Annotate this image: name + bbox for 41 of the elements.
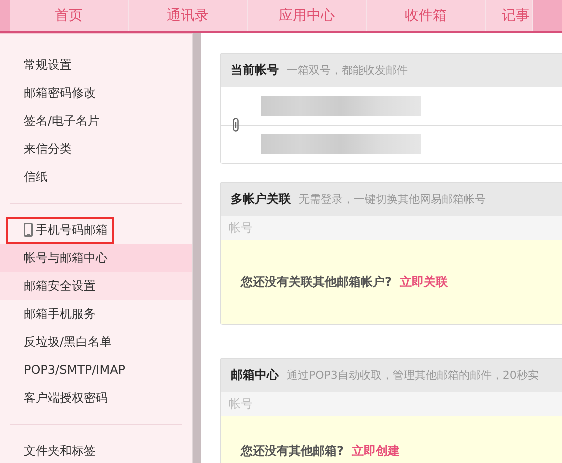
sidebar-item[interactable]: 帐号与邮箱中心: [0, 244, 192, 272]
sidebar-item-label: 客户端授权密码: [24, 390, 108, 406]
sidebar-item-label: POP3/SMTP/IMAP: [24, 363, 126, 377]
panel-subtitle: 通过POP3自动收取，管理其他邮箱的邮件，20秒实: [287, 368, 539, 383]
empty-message: 您还没有关联其他邮箱帐户?: [241, 274, 392, 290]
panel-title: 当前帐号: [231, 62, 279, 79]
panel-subtitle: 无需登录，一键切换其他网易邮箱帐号: [299, 192, 486, 207]
sidebar-item[interactable]: 手机号码邮箱: [0, 216, 192, 244]
sidebar-item[interactable]: 文件夹和标签: [0, 437, 192, 463]
sidebar-item-label: 手机号码邮箱: [36, 222, 108, 238]
sidebar-item[interactable]: 客户端授权密码: [0, 384, 192, 412]
sidebar-item[interactable]: 邮箱安全设置: [0, 272, 192, 300]
sidebar-item[interactable]: 常规设置: [0, 51, 192, 79]
sidebar-item-label: 文件夹和标签: [24, 442, 96, 460]
sidebar-item-label: 帐号与邮箱中心: [24, 250, 108, 266]
phone-icon: [24, 223, 33, 237]
sidebar-item-label: 邮箱密码修改: [24, 84, 96, 102]
column-header: 帐号: [221, 392, 562, 416]
sidebar-item[interactable]: 邮箱手机服务: [0, 300, 192, 328]
panel-title: 多帐户关联: [231, 191, 291, 208]
sidebar-item-label: 邮箱手机服务: [24, 306, 96, 322]
action-link[interactable]: 立即关联: [400, 274, 448, 290]
sidebar-item[interactable]: 来信分类: [0, 135, 192, 163]
sidebar-item-label: 邮箱安全设置: [24, 278, 96, 294]
column-header: 帐号: [221, 216, 562, 240]
sidebar-item-label: 常规设置: [24, 56, 72, 74]
link-icon: [233, 118, 239, 132]
scrollbar[interactable]: [192, 33, 201, 463]
sidebar-item[interactable]: 信纸: [0, 163, 192, 191]
panel-title: 邮箱中心: [231, 367, 279, 384]
sidebar-item[interactable]: 反垃圾/黑白名单: [0, 328, 192, 356]
panel-subtitle: 一箱双号，都能收发邮件: [287, 63, 408, 78]
sidebar-item-label: 信纸: [24, 168, 48, 186]
action-link[interactable]: 立即创建: [352, 442, 400, 460]
sidebar-item-label: 签名/电子名片: [24, 112, 100, 130]
sidebar-item[interactable]: 邮箱密码修改: [0, 79, 192, 107]
sidebar-item[interactable]: 签名/电子名片: [0, 107, 192, 135]
sidebar-item[interactable]: POP3/SMTP/IMAP: [0, 356, 192, 384]
sidebar-item-label: 反垃圾/黑白名单: [24, 334, 112, 350]
sidebar-item-label: 来信分类: [24, 140, 72, 158]
empty-message: 您还没有其他邮箱?: [241, 442, 344, 460]
